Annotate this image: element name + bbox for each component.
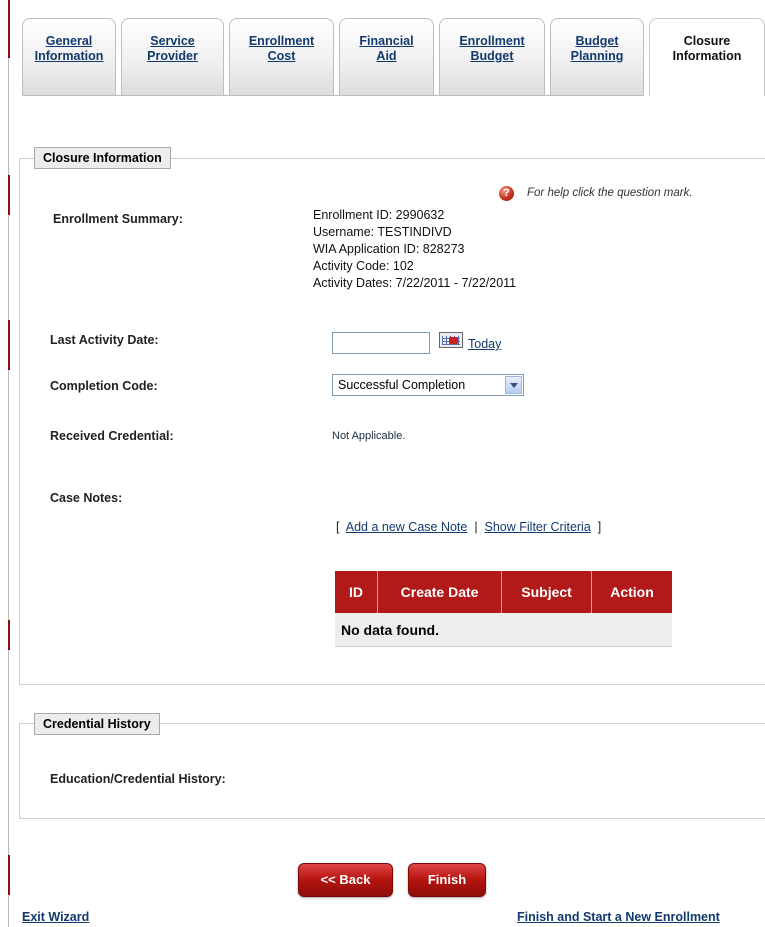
today-link[interactable]: Today [468, 337, 501, 351]
wia-application-id: WIA Application ID: 828273 [313, 242, 465, 256]
separator: | [474, 520, 478, 534]
wizard-tabs: General Information Service Provider Enr… [22, 18, 765, 96]
case-note-actions: [ Add a new Case Note | Show Filter Crit… [336, 520, 601, 534]
back-button[interactable]: << Back [298, 863, 393, 897]
completion-code-value: Successful Completion [338, 378, 466, 392]
tab-closure-information[interactable]: Closure Information [649, 18, 765, 96]
completion-code-select[interactable]: Successful Completion [332, 374, 524, 396]
tab-label: Financial Aid [359, 34, 414, 63]
left-border-accent [8, 320, 10, 370]
received-credential-label: Received Credential: [50, 429, 174, 443]
left-border-accent [8, 175, 10, 215]
add-case-note-link[interactable]: Add a new Case Note [346, 520, 468, 534]
column-header-id[interactable]: ID [335, 571, 378, 613]
tab-service-provider[interactable]: Service Provider [121, 18, 224, 96]
tabs-baseline [22, 95, 644, 96]
received-credential-value: Not Applicable. [332, 430, 406, 442]
tab-label: Budget Planning [570, 34, 624, 63]
bracket-open: [ [336, 520, 340, 534]
tab-financial-aid[interactable]: Financial Aid [339, 18, 434, 96]
last-activity-date-label: Last Activity Date: [50, 333, 159, 347]
column-header-subject[interactable]: Subject [501, 571, 593, 613]
calendar-icon[interactable] [439, 332, 463, 348]
table-row: No data found. [335, 613, 672, 647]
tab-label: Closure Information [672, 34, 742, 63]
tab-budget-planning[interactable]: Budget Planning [550, 18, 644, 96]
closure-information-legend: Closure Information [34, 147, 171, 169]
chevron-down-icon[interactable] [505, 376, 522, 394]
finish-button[interactable]: Finish [408, 863, 486, 897]
show-filter-criteria-link[interactable]: Show Filter Criteria [485, 520, 591, 534]
tab-label: Enrollment Budget [459, 34, 525, 63]
tab-enrollment-cost[interactable]: Enrollment Cost [229, 18, 334, 96]
credential-history-legend: Credential History [34, 713, 160, 735]
left-border-accent [8, 855, 10, 895]
activity-code: Activity Code: 102 [313, 259, 414, 273]
case-notes-table: ID Create Date Subject Action No data fo… [335, 571, 672, 647]
left-border-accent [8, 0, 10, 58]
case-notes-label: Case Notes: [50, 491, 123, 505]
tab-label: General Information [34, 34, 104, 63]
no-data-message: No data found. [335, 613, 672, 647]
left-border-accent [8, 620, 10, 650]
table-header-row: ID Create Date Subject Action [335, 571, 672, 613]
username: Username: TESTINDIVD [313, 225, 452, 239]
finish-new-enrollment-link[interactable]: Finish and Start a New Enrollment [517, 910, 720, 924]
column-header-create-date[interactable]: Create Date [377, 571, 503, 613]
enrollment-id: Enrollment ID: 2990632 [313, 208, 445, 222]
bracket-close: ] [597, 520, 602, 534]
activity-dates: Activity Dates: 7/22/2011 - 7/22/2011 [313, 276, 517, 290]
tab-general-information[interactable]: General Information [22, 18, 116, 96]
column-header-action[interactable]: Action [591, 571, 672, 613]
completion-code-label: Completion Code: [50, 379, 158, 393]
last-activity-date-input[interactable] [332, 332, 430, 354]
education-credential-history-label: Education/Credential History: [50, 772, 226, 786]
tab-label: Service Provider [147, 34, 198, 63]
tab-label: Enrollment Cost [248, 34, 315, 63]
question-mark-icon[interactable]: ? [499, 186, 514, 201]
credential-history-fieldset [19, 723, 765, 819]
tab-enrollment-budget[interactable]: Enrollment Budget [439, 18, 545, 96]
exit-wizard-link[interactable]: Exit Wizard [22, 910, 89, 924]
enrollment-summary-label: Enrollment Summary: [53, 212, 183, 226]
help-text: For help click the question mark. [527, 187, 693, 199]
left-border [8, 0, 10, 927]
